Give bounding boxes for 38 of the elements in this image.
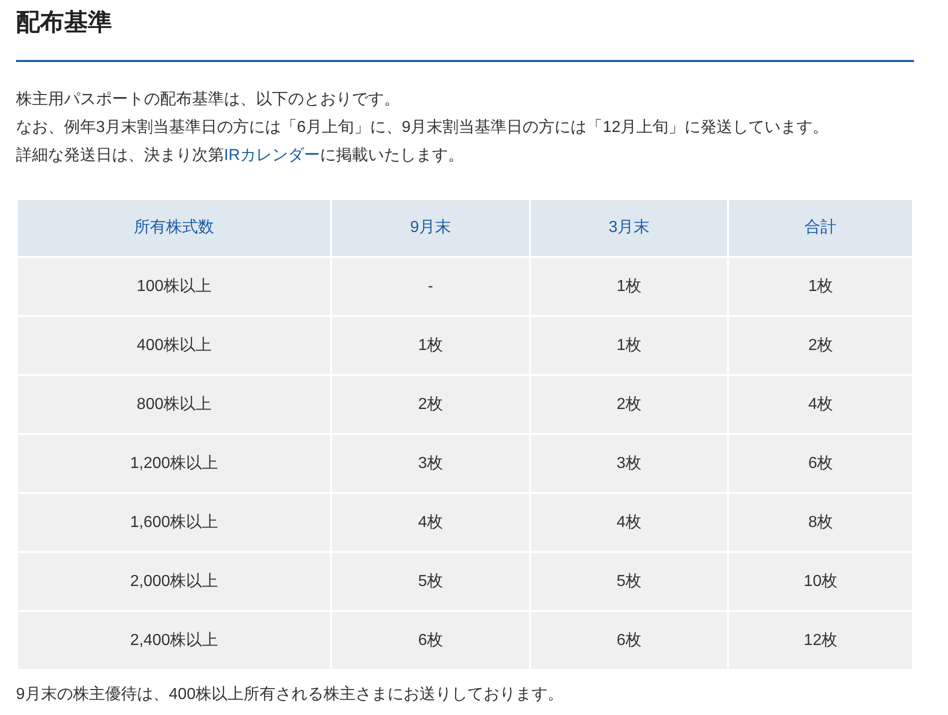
table-cell: 2,400株以上 bbox=[17, 611, 332, 670]
table-cell: 6枚 bbox=[530, 611, 728, 670]
table-cell: 800株以上 bbox=[17, 375, 332, 434]
table-cell: 400株以上 bbox=[17, 316, 332, 375]
table-cell: 3枚 bbox=[530, 434, 728, 493]
table-cell: 1枚 bbox=[530, 316, 728, 375]
table-cell: - bbox=[331, 257, 530, 316]
column-header: 合計 bbox=[728, 199, 913, 257]
table-cell: 100株以上 bbox=[17, 257, 332, 316]
table-cell: 4枚 bbox=[530, 493, 728, 552]
table-cell: 1枚 bbox=[331, 316, 530, 375]
table-cell: 3枚 bbox=[331, 434, 530, 493]
table-cell: 6枚 bbox=[331, 611, 530, 670]
table-cell: 2枚 bbox=[530, 375, 728, 434]
intro-text: なお、例年3月末割当基準日の方には「6月上旬」に、9月末割当基準日の方には「12月上旬」に発送しています。 bbox=[16, 118, 830, 138]
table-cell: 2枚 bbox=[728, 316, 913, 375]
note-text: 9月末の株主優待は、400株以上所有される株主さまにお送りしております。 bbox=[16, 684, 565, 705]
table-cell: 1,200株以上 bbox=[17, 434, 332, 493]
column-header: 9月末 bbox=[331, 199, 530, 257]
table-cell: 5枚 bbox=[331, 552, 530, 611]
table-cell: 1,600株以上 bbox=[17, 493, 332, 552]
table-cell: 2,000株以上 bbox=[17, 552, 332, 611]
column-header: 所有株式数 bbox=[17, 199, 332, 257]
table-cell: 1枚 bbox=[530, 257, 728, 316]
table-cell: 10枚 bbox=[728, 552, 913, 611]
table-cell: 2枚 bbox=[331, 375, 530, 434]
table-cell: 4枚 bbox=[728, 375, 913, 434]
table-cell: 12枚 bbox=[728, 611, 913, 670]
table-cell: 4枚 bbox=[331, 493, 530, 552]
intro-text: 詳細な発送日は、決まり次第IRカレンダーに掲載いたします。 bbox=[16, 146, 465, 166]
table-cell: 6枚 bbox=[728, 434, 913, 493]
column-header: 3月末 bbox=[530, 199, 728, 257]
table-cell: 1枚 bbox=[728, 257, 913, 316]
section-heading: 配布基準 bbox=[16, 8, 914, 62]
ir-calendar-link[interactable]: IRカレンダー bbox=[224, 147, 320, 164]
intro-text: 株主用パスポートの配布基準は、以下のとおりです。 bbox=[16, 90, 401, 110]
table-cell: 5枚 bbox=[530, 552, 728, 611]
table-cell: 8枚 bbox=[728, 493, 913, 552]
